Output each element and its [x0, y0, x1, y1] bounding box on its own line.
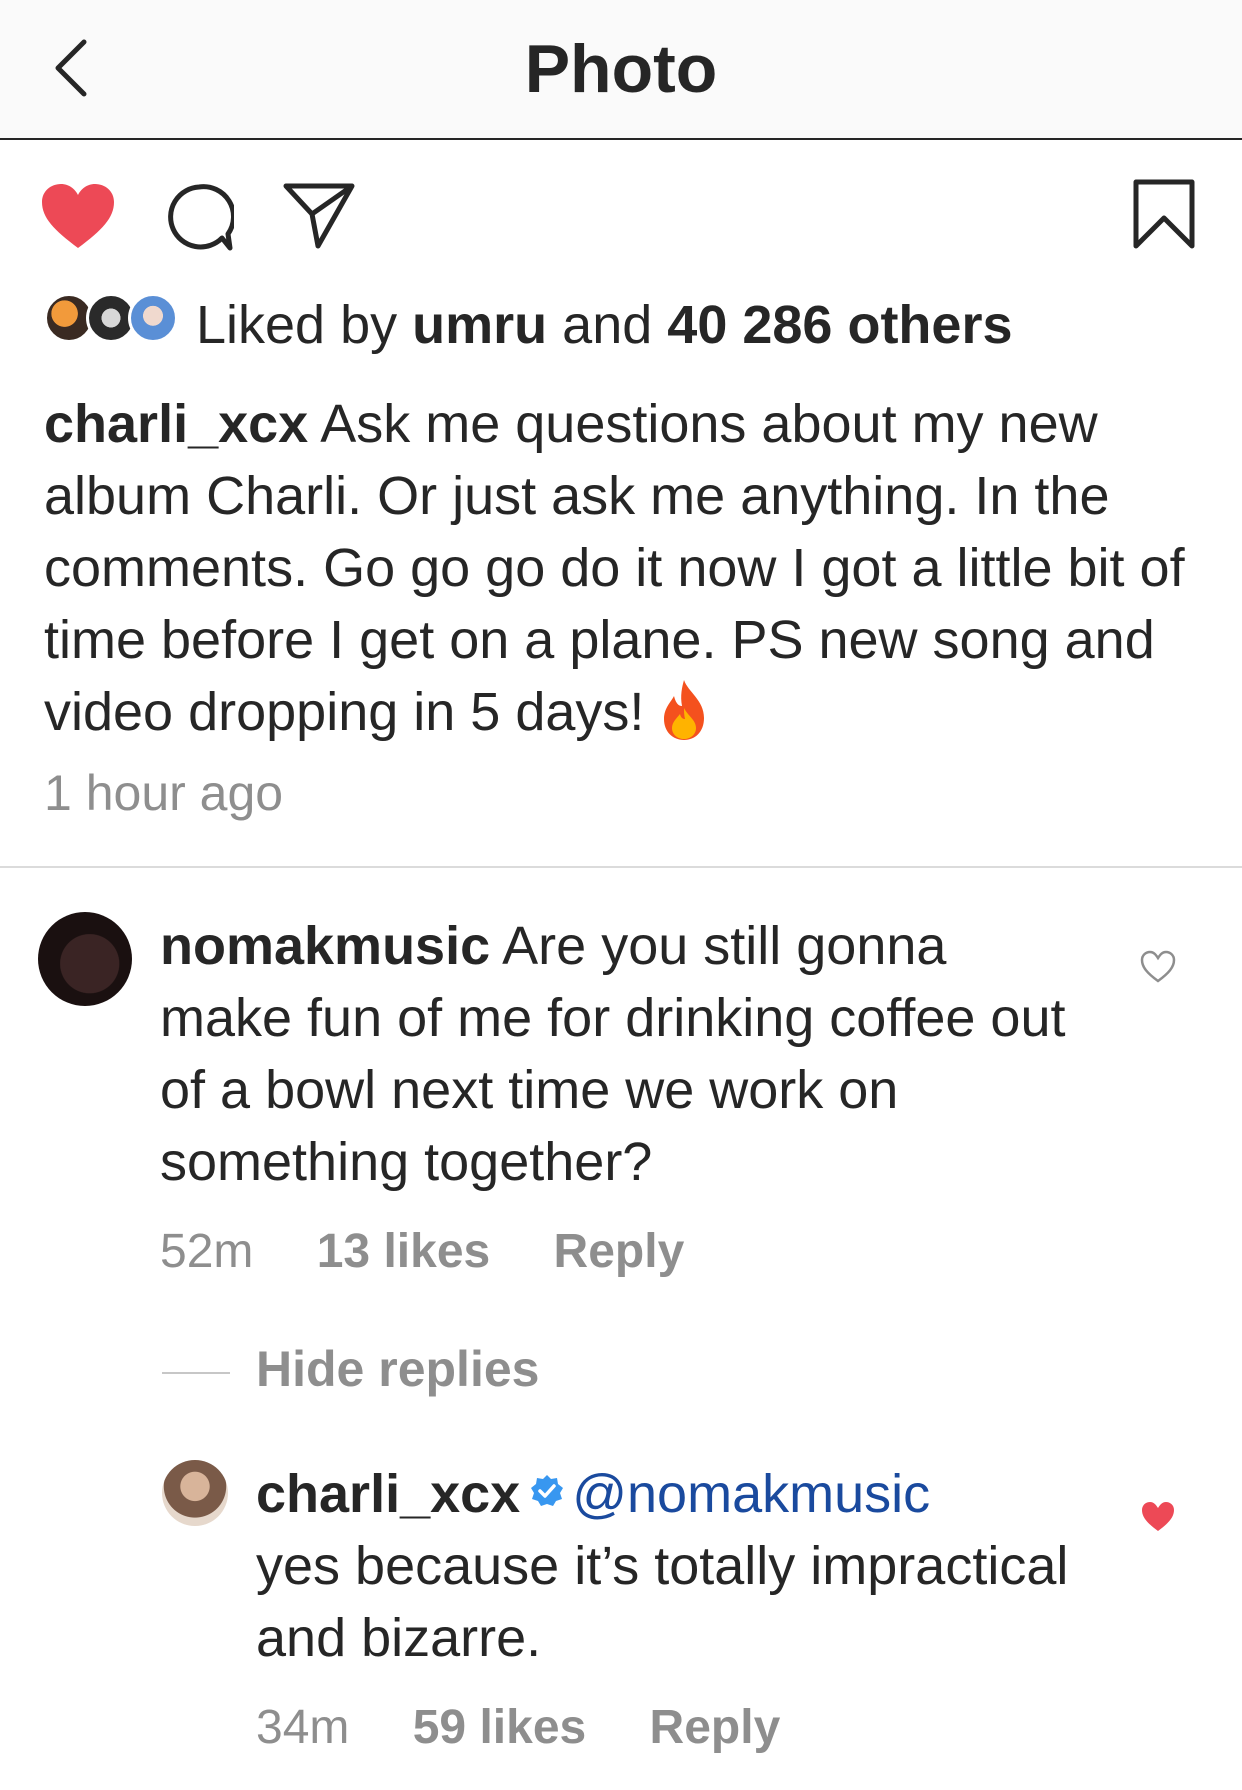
comment-likes[interactable]: 13 likes: [317, 1225, 490, 1278]
avatar[interactable]: [38, 912, 132, 1006]
comment-user[interactable]: nomakmusic: [160, 916, 490, 976]
heart-outline-icon[interactable]: [1140, 950, 1176, 984]
navigation-bar: Photo: [0, 0, 1242, 140]
hide-replies-label: Hide replies: [256, 1341, 540, 1397]
comment-body: nomakmusic Are you still gonna make fun …: [160, 910, 1080, 1198]
avatar: [128, 293, 178, 343]
liked-by-row[interactable]: Liked by umru and 40 286 others: [44, 290, 1204, 360]
reply-button[interactable]: Reply: [554, 1225, 685, 1278]
comment-meta: 52m 13 likes Reply: [160, 1224, 734, 1279]
avatar[interactable]: [162, 1460, 228, 1526]
reply-likes[interactable]: 59 likes: [413, 1701, 586, 1754]
reply-mention[interactable]: @nomakmusic: [572, 1464, 930, 1524]
reply-text: yes because it’s totally impractical and…: [256, 1536, 1069, 1668]
share-icon[interactable]: [282, 180, 356, 250]
fire-emoji-icon: [664, 680, 705, 740]
bookmark-icon[interactable]: [1132, 178, 1196, 250]
comment-time: 52m: [160, 1225, 254, 1278]
heart-filled-icon[interactable]: [1140, 1500, 1176, 1534]
comment-icon[interactable]: [164, 182, 234, 252]
liked-by-prefix: Liked by: [196, 295, 398, 355]
reply-button[interactable]: Reply: [650, 1701, 781, 1754]
liked-by-others[interactable]: 40 286 others: [667, 295, 1012, 355]
post-actions: [0, 176, 1242, 256]
caption-author[interactable]: charli_xcx: [44, 394, 308, 454]
reply-body: charli_xcx @nomakmusic yes because it’s …: [256, 1458, 1076, 1674]
verified-badge-icon: [531, 1475, 564, 1506]
divider: [162, 1372, 230, 1374]
divider: [0, 866, 1242, 868]
page-title: Photo: [524, 31, 718, 107]
post-caption: charli_xcx Ask me questions about my new…: [44, 388, 1204, 748]
heart-filled-icon[interactable]: [40, 182, 116, 250]
liked-by-conj: and: [562, 295, 653, 355]
post-timestamp: 1 hour ago: [44, 765, 284, 821]
liked-by-user[interactable]: umru: [412, 295, 547, 355]
reply-meta: 34m 59 likes Reply: [256, 1700, 830, 1755]
liked-by-text: Liked by umru and 40 286 others: [196, 290, 1013, 360]
reply-time: 34m: [256, 1701, 350, 1754]
liker-avatars: [44, 290, 182, 346]
hide-replies-button[interactable]: Hide replies: [162, 1340, 762, 1400]
reply-user[interactable]: charli_xcx: [256, 1464, 520, 1524]
